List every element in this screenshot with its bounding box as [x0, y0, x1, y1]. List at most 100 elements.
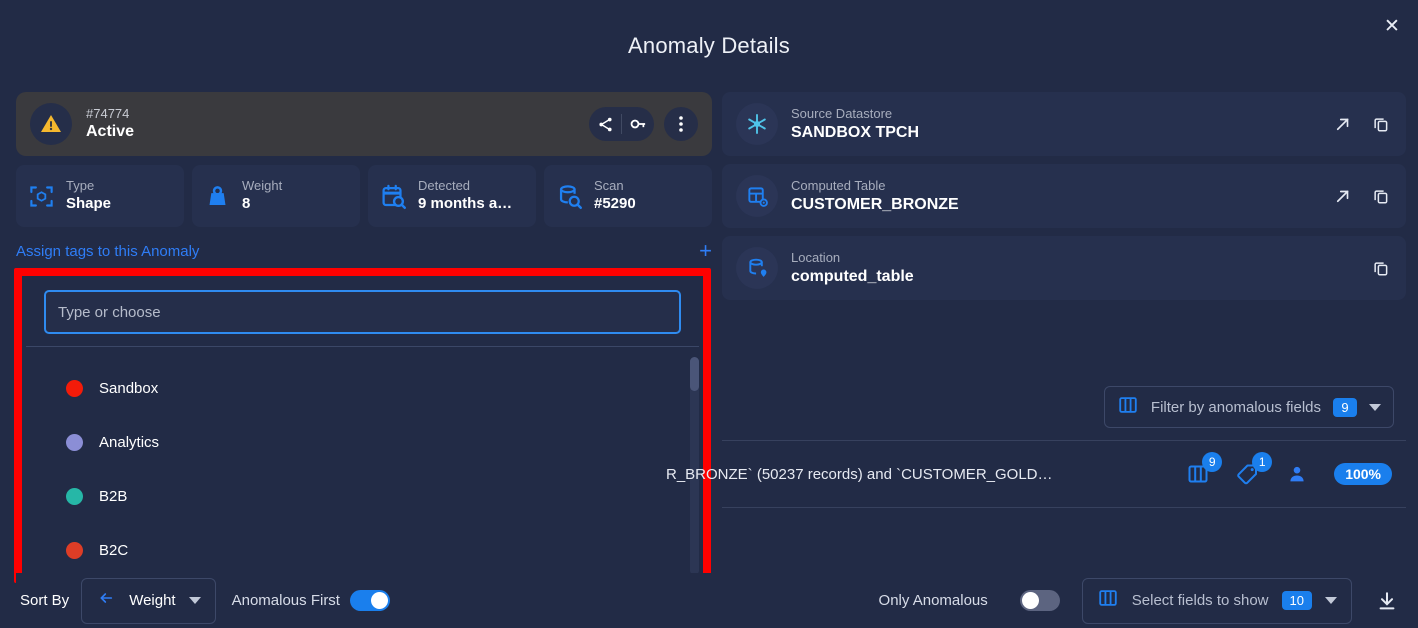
anomaly-details-modal: Anomaly Details ✕ #74774 Active Type Sha… [0, 0, 1418, 628]
close-icon[interactable]: ✕ [1376, 10, 1408, 42]
only-anomalous-toggle[interactable] [1019, 590, 1060, 611]
database-pin-icon [736, 247, 778, 289]
calendar-search-icon [380, 183, 407, 210]
tag-search-input[interactable] [44, 290, 681, 334]
status-actions [589, 107, 698, 141]
copy-icon[interactable] [1372, 259, 1390, 277]
metric-label: Weight [242, 178, 283, 193]
metric-label: Scan [594, 178, 624, 193]
only-anomalous-label: Only Anomalous [878, 592, 988, 609]
info-text: Location computed_table [791, 250, 914, 287]
add-tag-icon[interactable]: + [699, 240, 712, 262]
snowflake-icon [736, 103, 778, 145]
info-actions [1334, 187, 1390, 205]
badge-count: 9 [1202, 452, 1223, 472]
assign-tags-label[interactable]: Assign tags to this Anomaly [16, 243, 199, 260]
metric-card-detected: Detected 9 months a… [368, 165, 536, 227]
metric-card-scan: Scan #5290 [544, 165, 712, 227]
user-icon[interactable] [1286, 463, 1308, 485]
info-actions [1372, 259, 1390, 277]
metric-card-weight: Weight 8 [192, 165, 360, 227]
record-description: R_BRONZE` (50237 records) and `CUSTOMER_… [666, 465, 1053, 483]
columns-badge[interactable]: 9 [1186, 452, 1223, 486]
status-badge: Active [86, 123, 135, 140]
info-label: Location [791, 249, 841, 265]
info-text: Source Datastore SANDBOX TPCH [791, 106, 919, 143]
chevron-down-icon [1325, 597, 1337, 604]
chevron-down-icon [1369, 403, 1381, 411]
table-row: R_BRONZE` (50237 records) and `CUSTOMER_… [666, 452, 1406, 496]
metric-value: 9 months a… [418, 195, 513, 212]
key-icon[interactable] [622, 107, 654, 141]
warning-triangle-icon [30, 103, 72, 145]
info-label: Source Datastore [791, 105, 893, 121]
copy-icon[interactable] [1372, 187, 1390, 205]
list-item[interactable]: B2C [22, 523, 703, 575]
info-label: Computed Table [791, 177, 886, 193]
filter-label: Filter by anomalous fields [1150, 398, 1321, 416]
filter-count-badge: 9 [1333, 397, 1357, 417]
tag-picker-panel: Sandbox Analytics B2B B2C [22, 276, 703, 575]
anomalous-first-toggle[interactable] [349, 590, 390, 611]
copy-icon[interactable] [1372, 115, 1390, 133]
left-column: #74774 Active Type Shape Weight 8 Detect… [16, 92, 712, 263]
bottom-right-controls: Only Anomalous Select fields to show 10 [878, 577, 1406, 624]
metric-type-text: Type Shape [66, 178, 111, 214]
assign-tags-row: Assign tags to this Anomaly + [16, 239, 712, 263]
list-item[interactable]: Analytics [22, 415, 703, 469]
sort-by-label: Sort By [20, 592, 70, 609]
divider [722, 507, 1406, 508]
info-card-location: Location computed_table [722, 236, 1406, 300]
metric-label: Type [66, 178, 95, 193]
divider [722, 440, 1406, 441]
tag-color-dot [66, 379, 83, 397]
tag-color-dot [66, 433, 83, 451]
columns-icon [1117, 394, 1139, 421]
sort-select[interactable]: Weight [81, 577, 216, 624]
tag-option-label: B2C [99, 541, 129, 559]
list-item[interactable]: B2B [22, 469, 703, 523]
shape-scan-icon [28, 183, 55, 210]
weight-icon [204, 183, 231, 210]
open-external-icon[interactable] [1334, 115, 1352, 133]
info-card-computed-table: Computed Table CUSTOMER_BRONZE [722, 164, 1406, 228]
anomalous-first-label: Anomalous First [231, 592, 340, 609]
sort-value: Weight [129, 592, 176, 609]
toggle-knob [370, 592, 388, 609]
info-value: computed_table [791, 267, 914, 285]
info-value: CUSTOMER_BRONZE [791, 195, 959, 213]
status-card: #74774 Active [16, 92, 712, 156]
bottom-toolbar: Sort By Weight Anomalous First Only Anom… [16, 573, 1406, 628]
tag-picker-highlight: Sandbox Analytics B2B B2C [14, 268, 711, 583]
metric-value: #5290 [594, 195, 636, 212]
status-action-group [589, 107, 654, 141]
arrow-left-icon[interactable] [96, 590, 116, 611]
tag-option-label: Sandbox [99, 379, 159, 397]
info-text: Computed Table CUSTOMER_BRONZE [791, 178, 959, 215]
select-fields-count-badge: 10 [1281, 591, 1312, 610]
open-external-icon[interactable] [1334, 187, 1352, 205]
more-vertical-icon[interactable] [664, 107, 698, 141]
tag-option-label: Analytics [99, 433, 160, 451]
info-actions [1334, 115, 1390, 133]
modal-header: Anomaly Details ✕ [0, 0, 1418, 84]
scrollbar-thumb[interactable] [690, 357, 699, 391]
list-item[interactable]: Sandbox [22, 361, 703, 415]
filter-anomalous-fields-button[interactable]: Filter by anomalous fields 9 [1103, 386, 1394, 428]
metric-card-type: Type Shape [16, 165, 184, 227]
anomaly-id: #74774 [86, 106, 130, 121]
columns-icon [1097, 587, 1119, 614]
tag-input-wrap [22, 276, 703, 346]
select-fields-button[interactable]: Select fields to show 10 [1081, 577, 1352, 624]
download-icon[interactable] [1374, 588, 1400, 614]
share-icon[interactable] [589, 107, 621, 141]
database-search-icon [556, 183, 583, 210]
metric-value: 8 [242, 195, 251, 212]
metric-value: Shape [66, 195, 112, 212]
info-card-source-datastore: Source Datastore SANDBOX TPCH [722, 92, 1406, 156]
percent-badge: 100% [1334, 463, 1392, 485]
status-text: #74774 Active [86, 106, 134, 142]
metric-weight-text: Weight 8 [242, 178, 282, 214]
right-column: Source Datastore SANDBOX TPCH Computed T… [722, 92, 1406, 308]
tag-badge[interactable]: 1 [1236, 452, 1273, 486]
